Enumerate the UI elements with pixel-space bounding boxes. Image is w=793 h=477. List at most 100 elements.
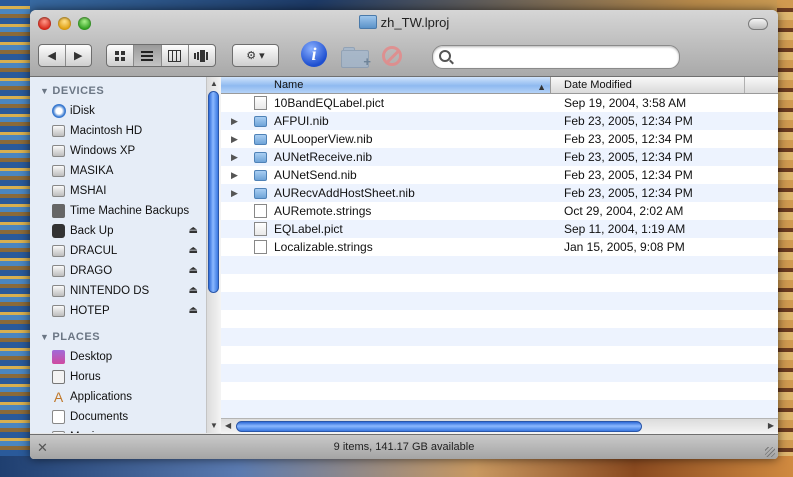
search-input[interactable]: [457, 48, 671, 66]
sidebar-scrollbar[interactable]: ▲ ▼: [206, 77, 222, 433]
table-row[interactable]: ▶ AFPUI.nib Feb 23, 2005, 12:34 PM: [221, 112, 778, 130]
file-date-modified: Feb 23, 2005, 12:34 PM: [564, 114, 693, 128]
sidebar-item-device[interactable]: MASIKA: [30, 161, 206, 181]
back-button[interactable]: ◀: [39, 45, 66, 66]
disclosure-triangle-icon[interactable]: ▶: [231, 184, 238, 202]
sidebar-item-label: Back Up: [70, 225, 114, 237]
name-column-header[interactable]: Name ▲: [221, 77, 551, 93]
status-text: 9 items, 141.17 GB available: [333, 441, 475, 453]
sidebar-item-label: iDisk: [70, 105, 95, 117]
column-view-button[interactable]: [162, 45, 189, 66]
icon-view-button[interactable]: [107, 45, 135, 66]
file-date-modified: Feb 23, 2005, 12:34 PM: [564, 186, 693, 200]
resize-grip[interactable]: [765, 447, 775, 457]
window-title-text: zh_TW.lproj: [380, 15, 450, 30]
new-folder-button[interactable]: +: [341, 46, 371, 69]
table-row[interactable]: Localizable.strings Jan 15, 2005, 9:08 PM: [221, 238, 778, 256]
sidebar-item-device[interactable]: NINTENDO DS ⏏: [30, 281, 206, 301]
sidebar-item-device[interactable]: Back Up ⏏: [30, 221, 206, 241]
disclosure-triangle-icon[interactable]: ▶: [231, 112, 238, 130]
file-name: 10BandEQLabel.pict: [274, 96, 385, 110]
sidebar-item-device[interactable]: Macintosh HD: [30, 121, 206, 141]
get-info-button[interactable]: i: [301, 41, 327, 67]
table-row[interactable]: ▶ AUNetReceive.nib Feb 23, 2005, 12:34 PM: [221, 148, 778, 166]
file-date-modified: Oct 29, 2004, 2:02 AM: [564, 204, 684, 218]
toolbar: zh_TW.lproj ◀ ▶ ⚙ ▾ i +: [30, 10, 778, 77]
sidebar-item-device[interactable]: DRACUL ⏏: [30, 241, 206, 261]
sidebar-item-label: Documents: [70, 411, 129, 423]
table-row[interactable]: ▶ AURecvAddHostSheet.nib Feb 23, 2005, 12:…: [221, 184, 778, 202]
coverflow-view-icon: [193, 49, 208, 62]
name-column-label: Name: [274, 79, 304, 91]
devices-section-header[interactable]: ▼ DEVICES: [40, 85, 206, 97]
table-row[interactable]: AURemote.strings Oct 29, 2004, 2:02 AM: [221, 202, 778, 220]
forward-button[interactable]: ▶: [66, 45, 92, 66]
table-row[interactable]: EQLabel.pict Sep 11, 2004, 1:19 AM: [221, 220, 778, 238]
sidebar-item-device[interactable]: MSHAI: [30, 181, 206, 201]
idisk-icon: [52, 104, 66, 118]
plus-icon: +: [363, 54, 371, 69]
sidebar-item-place[interactable]: Horus: [30, 367, 206, 387]
disclosure-triangle-icon[interactable]: ▶: [231, 130, 238, 148]
eject-icon[interactable]: ⏏: [189, 261, 198, 281]
list-view-button[interactable]: [134, 45, 162, 66]
disclosure-triangle-icon[interactable]: ▶: [231, 166, 238, 184]
pin-icon: ✕: [37, 440, 48, 455]
sidebar-item-place[interactable]: Movies: [30, 427, 206, 433]
sidebar-item-place[interactable]: Desktop: [30, 347, 206, 367]
empty-row: [221, 310, 778, 328]
sidebar-scroll-thumb[interactable]: [208, 91, 219, 293]
disclosure-triangle-icon: ▼: [40, 86, 50, 96]
coverflow-view-button[interactable]: [189, 45, 215, 66]
sidebar-item-label: NINTENDO DS: [70, 285, 150, 297]
eject-icon[interactable]: ⏏: [189, 241, 198, 261]
eject-icon[interactable]: ⏏: [189, 281, 198, 301]
folder-icon: [254, 116, 267, 127]
empty-row: [221, 328, 778, 346]
forward-arrow-icon: ▶: [74, 50, 83, 62]
hard-drive-icon: [52, 125, 65, 137]
file-list: Name ▲ Date Modified 10BandEQLabel.pict Se…: [221, 77, 778, 434]
file-date-modified: Feb 23, 2005, 12:34 PM: [564, 132, 693, 146]
file-name: AUNetSend.nib: [274, 168, 357, 182]
devices-list: iDisk Macintosh HD Windows XP MASIKA MSHAI Ti…: [30, 101, 206, 321]
sidebar-item-label: Macintosh HD: [70, 125, 143, 137]
scroll-down-icon[interactable]: ▼: [210, 421, 218, 430]
sidebar-item-device[interactable]: HOTEP ⏏: [30, 301, 206, 321]
file-name: EQLabel.pict: [274, 222, 343, 236]
document-file-icon: [254, 204, 267, 218]
horizontal-scroll-thumb[interactable]: [236, 421, 642, 432]
hard-drive-icon: [52, 165, 65, 177]
places-header-label: PLACES: [52, 331, 101, 343]
table-row[interactable]: ▶ AULooperView.nib Feb 23, 2005, 12:34 PM: [221, 130, 778, 148]
places-section-header[interactable]: ▼ PLACES: [40, 331, 206, 343]
sidebar-item-device[interactable]: Windows XP: [30, 141, 206, 161]
places-list: Desktop Horus A Applications Documents Movies: [30, 347, 206, 433]
table-row[interactable]: 10BandEQLabel.pict Sep 19, 2004, 3:58 AM: [221, 94, 778, 112]
hard-drive-icon: [52, 185, 65, 197]
delete-button[interactable]: [382, 46, 402, 66]
search-icon: [439, 50, 451, 62]
sidebar-item-device[interactable]: iDisk: [30, 101, 206, 121]
sidebar-item-device[interactable]: DRAGO ⏏: [30, 261, 206, 281]
sidebar-item-place[interactable]: Documents: [30, 407, 206, 427]
horizontal-scrollbar[interactable]: ◀ ▶: [221, 418, 778, 434]
toolbar-toggle-button[interactable]: [748, 18, 768, 30]
time-machine-icon: [52, 204, 65, 218]
search-field[interactable]: [432, 45, 680, 69]
sidebar-item-place[interactable]: A Applications: [30, 387, 206, 407]
action-menu-button[interactable]: ⚙ ▾: [232, 44, 279, 67]
eject-icon[interactable]: ⏏: [189, 221, 198, 241]
movies-icon: [52, 431, 65, 433]
scroll-up-icon[interactable]: ▲: [210, 79, 218, 88]
disclosure-triangle-icon[interactable]: ▶: [231, 148, 238, 166]
sidebar-item-label: Desktop: [70, 351, 113, 363]
icon-view-icon: [115, 50, 126, 61]
eject-icon[interactable]: ⏏: [189, 301, 198, 321]
scroll-right-icon[interactable]: ▶: [768, 421, 774, 430]
date-column-label: Date Modified: [564, 79, 632, 91]
sidebar-item-device[interactable]: Time Machine Backups: [30, 201, 206, 221]
date-column-header[interactable]: Date Modified: [555, 77, 745, 93]
scroll-left-icon[interactable]: ◀: [225, 421, 231, 430]
table-row[interactable]: ▶ AUNetSend.nib Feb 23, 2005, 12:34 PM: [221, 166, 778, 184]
